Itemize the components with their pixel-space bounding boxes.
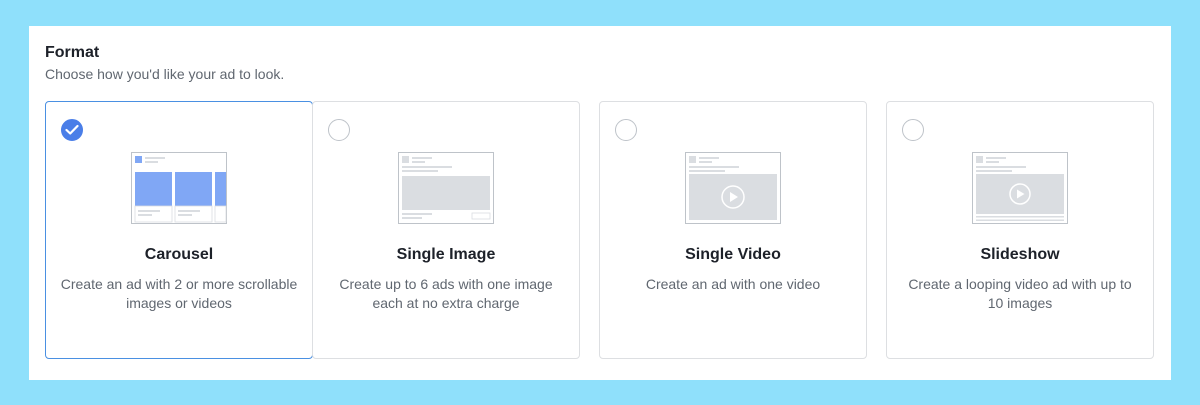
card-title: Slideshow bbox=[980, 246, 1060, 263]
card-title: Carousel bbox=[144, 246, 214, 263]
card-title: Single Video bbox=[685, 246, 781, 263]
single-image-illustration-icon bbox=[398, 152, 494, 224]
carousel-illustration-icon bbox=[131, 152, 227, 224]
format-card-single-image[interactable]: Single Image Create up to 6 ads with one… bbox=[312, 101, 580, 359]
radio-unchecked-icon[interactable] bbox=[328, 119, 350, 141]
format-panel: Format Choose how you'd like your ad to … bbox=[29, 26, 1171, 380]
radio-checked-icon[interactable] bbox=[61, 119, 83, 141]
format-card-slideshow[interactable]: Slideshow Create a looping video ad with… bbox=[886, 101, 1154, 359]
card-description: Create an ad with 2 or more scrollable i… bbox=[60, 276, 298, 311]
format-card-carousel[interactable]: Carousel Create an ad with 2 or more scr… bbox=[45, 101, 313, 359]
checkmark-icon bbox=[65, 124, 79, 135]
slideshow-illustration-icon bbox=[972, 152, 1068, 224]
section-title: Format bbox=[45, 44, 100, 61]
card-description: Create up to 6 ads with one image each a… bbox=[339, 276, 553, 311]
card-description: Create a looping video ad with up to 10 … bbox=[908, 276, 1132, 311]
format-card-single-video[interactable]: Single Video Create an ad with one video bbox=[599, 101, 867, 359]
section-subtitle: Choose how you'd like your ad to look. bbox=[45, 66, 285, 82]
radio-unchecked-icon[interactable] bbox=[615, 119, 637, 141]
single-video-illustration-icon bbox=[685, 152, 781, 224]
card-title: Single Image bbox=[396, 246, 496, 263]
card-description: Create an ad with one video bbox=[645, 276, 821, 292]
radio-unchecked-icon[interactable] bbox=[902, 119, 924, 141]
